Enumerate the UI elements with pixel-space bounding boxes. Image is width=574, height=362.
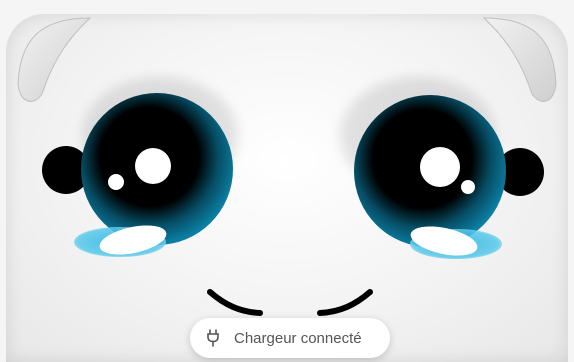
eye-right-highlight-large	[420, 147, 460, 187]
eye-left-highlight-large	[135, 148, 171, 184]
plug-icon	[207, 329, 219, 347]
eye-left	[42, 93, 233, 257]
ear-right	[482, 17, 557, 102]
eye-right-highlight-small	[461, 180, 475, 194]
eye-right	[354, 95, 544, 259]
notification-text: Chargeur connecté	[234, 329, 362, 347]
character-face	[17, 17, 557, 316]
eye-left-highlight-small	[108, 174, 124, 190]
screen: Chargeur connecté	[0, 0, 574, 362]
nose-mouth	[207, 289, 373, 316]
ear-left	[17, 17, 92, 102]
notification-toast: Chargeur connecté	[190, 318, 390, 358]
